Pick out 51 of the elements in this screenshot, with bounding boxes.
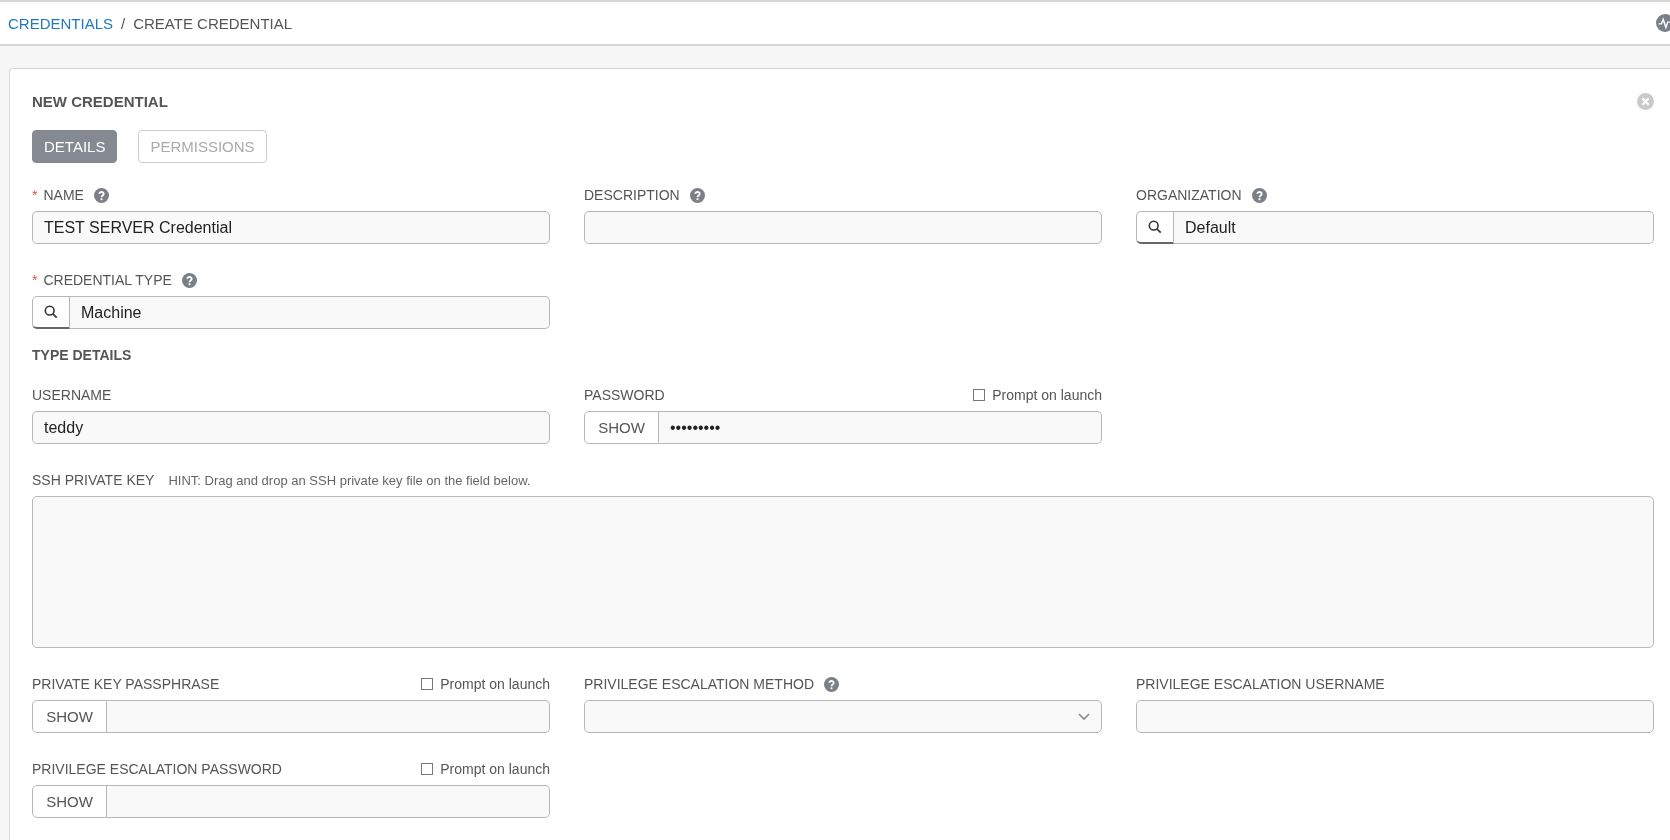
field-label: PASSWORD xyxy=(584,387,665,403)
field-label: SSH PRIVATE KEY xyxy=(32,472,155,488)
field-label: PRIVILEGE ESCALATION PASSWORD xyxy=(32,761,282,777)
help-icon[interactable] xyxy=(93,187,109,203)
tab[interactable]: DETAILS xyxy=(32,130,118,163)
select-field[interactable] xyxy=(584,700,1102,733)
field-label: PRIVATE KEY PASSPHRASE xyxy=(32,676,220,692)
field-label: ORGANIZATION xyxy=(1136,187,1242,203)
card-title: NEW CREDENTIAL xyxy=(32,93,168,110)
textarea-field[interactable] xyxy=(32,496,1654,648)
lookup-field[interactable]: Machine xyxy=(70,296,550,329)
checkbox-label: Prompt on launch xyxy=(440,761,550,777)
text-field[interactable]: teddy xyxy=(32,411,550,444)
lookup-field[interactable]: Default xyxy=(1174,211,1654,244)
show-button[interactable]: SHOW xyxy=(584,411,659,444)
field-label: DESCRIPTION xyxy=(584,187,680,203)
field-label: NAME xyxy=(43,187,84,203)
field-label: PRIVILEGE ESCALATION METHOD xyxy=(584,676,814,692)
show-button[interactable]: SHOW xyxy=(32,700,107,733)
breadcrumb-link[interactable]: CREDENTIALS xyxy=(8,14,114,32)
required-asterisk: * xyxy=(32,187,38,203)
text-field[interactable] xyxy=(1136,700,1654,733)
search-icon xyxy=(44,305,58,319)
help-icon[interactable] xyxy=(1251,187,1267,203)
field-label: USERNAME xyxy=(32,387,112,403)
checkbox-label: Prompt on launch xyxy=(992,387,1102,403)
search-button[interactable] xyxy=(1136,211,1174,244)
field-label: PRIVILEGE ESCALATION USERNAME xyxy=(1136,676,1385,692)
search-button[interactable] xyxy=(32,296,70,329)
checkbox-label: Prompt on launch xyxy=(440,676,550,692)
password-field[interactable]: ••••••••• xyxy=(659,411,1102,444)
breadcrumb-current: CREATE CREDENTIAL xyxy=(133,14,293,32)
chevron-down-icon xyxy=(1078,712,1090,721)
help-icon[interactable] xyxy=(181,272,197,288)
breadcrumb-separator: / xyxy=(121,14,126,32)
checkbox[interactable] xyxy=(421,678,434,690)
activity-icon[interactable] xyxy=(1656,14,1670,32)
field-label: CREDENTIAL TYPE xyxy=(43,272,172,288)
required-asterisk: * xyxy=(32,272,38,288)
section-heading: TYPE DETAILS xyxy=(32,347,133,363)
text-field[interactable]: TEST SERVER Credential xyxy=(32,211,550,244)
help-icon[interactable] xyxy=(824,676,839,692)
checkbox[interactable] xyxy=(421,763,434,775)
password-field[interactable] xyxy=(107,700,550,733)
checkbox[interactable] xyxy=(973,389,986,401)
hint-text: HINT: Drag and drop an SSH private key file on the field below. xyxy=(168,472,531,488)
password-field[interactable] xyxy=(107,785,550,818)
show-button[interactable]: SHOW xyxy=(32,785,107,818)
search-icon xyxy=(1148,220,1162,234)
help-icon[interactable] xyxy=(689,187,705,203)
text-field[interactable] xyxy=(584,211,1102,244)
